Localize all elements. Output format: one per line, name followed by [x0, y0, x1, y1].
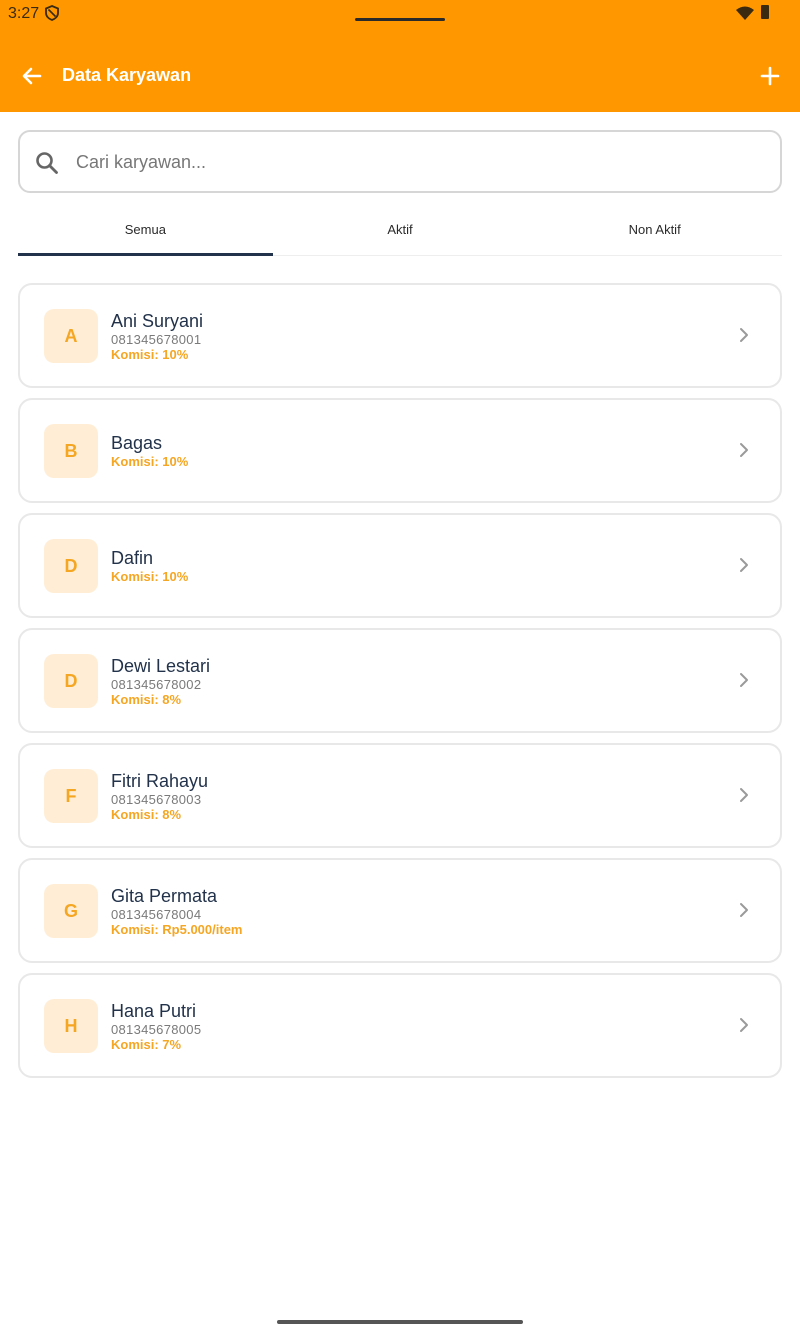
page-title: Data Karyawan [62, 65, 192, 85]
employee-name: Bagas [111, 433, 163, 453]
employee-commission: Komisi: 10% [111, 454, 189, 469]
employee-commission: Komisi: Rp5.000/item [111, 921, 243, 937]
employee-info: Bagas Komisi: 10% [111, 400, 188, 501]
employee-card[interactable]: A Ani Suryani 081345678001 Komisi: 10% [18, 283, 782, 388]
employee-phone: 081345678003 [111, 791, 202, 807]
employee-phone: 081345678005 [111, 1021, 202, 1037]
employee-commission: Komisi: 10% [111, 346, 189, 362]
employee-commission: Komisi: 7% [111, 1036, 182, 1052]
employee-info: Dewi Lestari 081345678002 Komisi: 8% [111, 630, 210, 731]
employee-info: Ani Suryani 081345678001 Komisi: 10% [111, 285, 203, 386]
employee-phone: 081345678004 [111, 906, 202, 922]
filter-tabs: Semua Aktif Non Aktif [18, 206, 782, 256]
back-arrow-icon[interactable] [18, 62, 46, 90]
employee-commission: Komisi: 10% [111, 569, 189, 584]
employee-avatar: F [44, 769, 98, 823]
tab-non-aktif[interactable]: Non Aktif [527, 206, 782, 255]
add-icon[interactable] [756, 62, 784, 90]
tab-semua[interactable]: Semua [18, 206, 273, 256]
tab-aktif[interactable]: Aktif [273, 206, 528, 255]
employee-avatar: B [44, 424, 98, 478]
search-box[interactable] [18, 130, 782, 193]
employee-avatar: A [44, 309, 98, 363]
employee-avatar: G [44, 884, 98, 938]
employee-info: Fitri Rahayu 081345678003 Komisi: 8% [111, 745, 208, 846]
employee-name: Dafin [111, 548, 154, 568]
chevron-right-icon [740, 443, 748, 457]
employee-avatar: D [44, 539, 98, 593]
battery-icon [761, 5, 769, 19]
chevron-right-icon [740, 903, 748, 917]
app-bar: 3:27 Data Karyawan [0, 0, 800, 112]
chevron-right-icon [740, 328, 748, 342]
employee-info: Gita Permata 081345678004 Komisi: Rp5.00… [111, 860, 243, 961]
search-input[interactable] [76, 144, 756, 180]
employee-phone: 081345678001 [111, 331, 202, 347]
status-time: 3:27 [8, 5, 40, 22]
employee-info: Hana Putri 081345678005 Komisi: 7% [111, 975, 201, 1076]
chevron-right-icon [740, 788, 748, 802]
employee-card[interactable]: B Bagas Komisi: 10% [18, 398, 782, 503]
chevron-right-icon [740, 558, 748, 572]
employee-card[interactable]: F Fitri Rahayu 081345678003 Komisi: 8% [18, 743, 782, 848]
employee-name: Gita Permata [111, 885, 218, 906]
employee-card[interactable]: D Dewi Lestari 081345678002 Komisi: 8% [18, 628, 782, 733]
employee-commission: Komisi: 8% [111, 806, 182, 822]
chevron-right-icon [740, 673, 748, 687]
employee-commission: Komisi: 8% [111, 691, 182, 707]
employee-card[interactable]: H Hana Putri 081345678005 Komisi: 7% [18, 973, 782, 1078]
employee-name: Hana Putri [111, 1000, 197, 1021]
search-icon [36, 152, 58, 174]
wifi-icon [736, 6, 754, 20]
employee-list: A Ani Suryani 081345678001 Komisi: 10% B… [18, 283, 782, 1088]
employee-avatar: D [44, 654, 98, 708]
chevron-right-icon [740, 1018, 748, 1032]
employee-info: Dafin Komisi: 10% [111, 515, 188, 616]
home-indicator[interactable] [277, 1320, 523, 1324]
camera-notch [355, 18, 445, 21]
employee-card[interactable]: D Dafin Komisi: 10% [18, 513, 782, 618]
employee-phone: 081345678002 [111, 676, 202, 692]
employee-name: Dewi Lestari [111, 655, 211, 676]
shield-icon [45, 5, 59, 21]
employee-avatar: H [44, 999, 98, 1053]
employee-name: Ani Suryani [111, 310, 204, 331]
employee-name: Fitri Rahayu [111, 770, 209, 791]
employee-card[interactable]: G Gita Permata 081345678004 Komisi: Rp5.… [18, 858, 782, 963]
